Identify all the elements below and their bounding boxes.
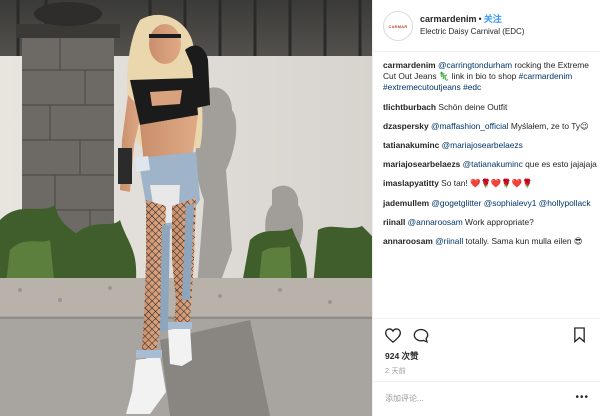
comments-list: carmardenim @carringtondurham rocking th… (383, 60, 597, 255)
separator-dot: • (478, 14, 482, 24)
mention-link[interactable]: @carringtondurham (438, 60, 512, 70)
comment-item: dzaspersky @maffashion_official Myślałem… (383, 121, 597, 132)
comment-item: riinall @annaroosam Work appropriate? (383, 217, 597, 228)
comment-username[interactable]: imaslapyatitty (383, 178, 439, 188)
mention-link[interactable]: @gogetglitter (431, 198, 481, 208)
comment-item: tatianakuminc @mariajosearbelaezs (383, 140, 597, 151)
avatar[interactable]: CARMAR (383, 11, 413, 41)
mention-link[interactable]: @riinall (435, 236, 463, 246)
mention-link[interactable]: @mariajosearbelaezs (442, 140, 523, 150)
location-link[interactable]: Electric Daisy Carnival (EDC) (420, 27, 524, 36)
mention-link[interactable]: @tatianakuminc (463, 159, 523, 169)
post-photo[interactable] (0, 0, 372, 416)
comment-text: Schön deine Outfit (436, 101, 508, 112)
comment-username[interactable]: mariajosearbelaezs (383, 159, 460, 169)
mention-link[interactable]: #edc (463, 82, 481, 92)
photo-illustration (0, 0, 372, 416)
comment-item: tlichtburbach Schön deine Outfit (383, 102, 597, 113)
comment-username[interactable]: annaroosam (383, 236, 433, 246)
comment-item: mariajosearbelaezs @tatianakuminc que es… (383, 159, 597, 170)
comment-text: Work appropriate? (462, 216, 534, 227)
mention-link[interactable]: @hollypollack (539, 198, 591, 208)
post-timestamp: 2 天前 (385, 368, 407, 375)
header-line: carmardenim • 关注 (420, 12, 502, 25)
mention-link[interactable]: #extremecutoutjeans (383, 82, 461, 92)
more-options-button[interactable]: ••• (575, 392, 589, 403)
comment-text: So tan! ❤️🌹❤️🌹❤️🌹 (438, 178, 533, 189)
mention-link[interactable]: #carmardenim (519, 71, 573, 81)
comment-item: imaslapyatitty So tan! ❤️🌹❤️🌹❤️🌹 (383, 178, 597, 189)
action-bar: 924 次赞 2 天前 添加评论... ••• (373, 318, 600, 416)
likes-count[interactable]: 924 次赞 (385, 350, 419, 362)
comment-username[interactable]: dzaspersky (383, 121, 429, 131)
username-link[interactable]: carmardenim (420, 14, 477, 24)
mention-link[interactable]: @annaroosam (408, 217, 463, 227)
comment-input[interactable]: 添加评论... (385, 393, 424, 404)
mention-link[interactable]: @maffashion_official (431, 121, 509, 131)
comment-text: que es esto jajajaja (522, 159, 597, 170)
mention-link[interactable]: @sophialevy1 (484, 198, 537, 208)
comment-username[interactable]: tlichtburbach (383, 102, 436, 112)
follow-button[interactable]: 关注 (484, 14, 502, 24)
comment-username[interactable]: jademullem (383, 198, 429, 208)
comment-username[interactable]: riinall (383, 217, 405, 227)
comment-username[interactable]: tatianakuminc (383, 140, 439, 150)
comment-item: jademullem @gogetglitter @sophialevy1 @h… (383, 198, 597, 209)
comment-username[interactable]: carmardenim (383, 60, 436, 70)
comment-item: carmardenim @carringtondurham rocking th… (383, 60, 597, 94)
comment-text: totally. Sama kun mulla eilen 😎 (463, 236, 583, 247)
bookmark-icon[interactable] (573, 327, 586, 343)
post-sidebar: CARMAR carmardenim • 关注 Electric Daisy Car… (372, 0, 600, 416)
comment-text: Myślałem, ze to Ty😉 (508, 120, 589, 131)
comment-box[interactable]: 添加评论... ••• (373, 381, 600, 417)
post-header: CARMAR carmardenim • 关注 Electric Daisy Car… (373, 0, 600, 52)
heart-icon[interactable] (385, 328, 401, 343)
comment-item: annaroosam @riinall totally. Sama kun mu… (383, 236, 597, 247)
comment-icon[interactable] (413, 328, 429, 343)
instagram-post-dialog: CARMAR carmardenim • 关注 Electric Daisy Car… (0, 0, 600, 416)
avatar-logo-text: CARMAR (388, 23, 408, 29)
